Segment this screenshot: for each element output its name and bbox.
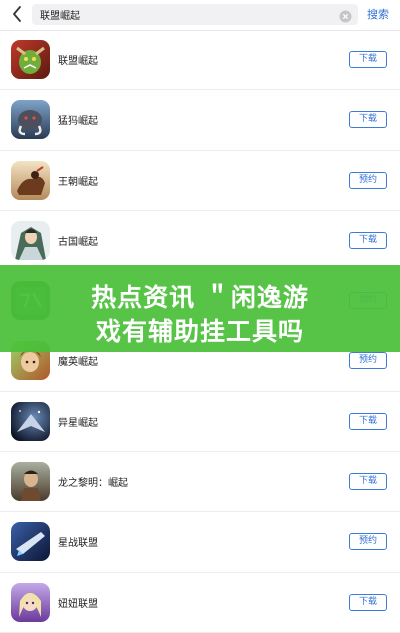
orc-warrior-icon[interactable] — [11, 40, 50, 79]
list-item[interactable]: 古国崛起 下载 — [0, 211, 400, 272]
search-button[interactable]: 搜索 — [367, 6, 389, 22]
list-item[interactable]: 猛犸崛起 下载 — [0, 90, 400, 151]
app-name: 猛犸崛起 — [58, 116, 98, 128]
app-name: 龙之黎明：崛起 — [58, 478, 128, 490]
reserve-button[interactable]: 预约 — [349, 533, 387, 551]
download-button[interactable]: 下载 — [349, 593, 387, 611]
download-button[interactable]: 下载 — [349, 51, 387, 68]
app-name: 魔英崛起 — [58, 357, 98, 369]
list-item[interactable]: 王朝崛起 预约 — [0, 151, 400, 211]
list-item[interactable]: 联盟崛起 下载 — [0, 30, 400, 91]
dragon-dawn-icon[interactable] — [11, 462, 50, 502]
mammoth-icon[interactable] — [11, 100, 50, 140]
dynasty-icon[interactable] — [11, 160, 50, 200]
ancient-kingdom-icon[interactable] — [11, 220, 50, 260]
clear-icon — [339, 10, 352, 23]
download-button[interactable]: 下载 — [349, 111, 387, 129]
reserve-button[interactable]: 预约 — [349, 171, 387, 189]
search-header: 搜索 — [0, 0, 400, 31]
search-input[interactable] — [40, 4, 330, 25]
app-name: 星战联盟 — [58, 538, 98, 550]
list-item[interactable]: 妞妞联盟 下载 — [0, 573, 400, 633]
list-item[interactable]: 异星崛起 下载 — [0, 392, 400, 453]
back-button[interactable] — [8, 4, 26, 24]
chevron-left-icon — [13, 6, 21, 22]
app-name: 异星崛起 — [58, 417, 98, 429]
reserve-button[interactable]: 预约 — [349, 352, 387, 370]
download-button[interactable]: 下载 — [349, 231, 387, 249]
list-item[interactable]: 龙之黎明：崛起 下载 — [0, 452, 400, 513]
app-name: 古国崛起 — [58, 236, 98, 248]
banner-title-line-2: 戏有辅助挂工具吗 — [95, 317, 304, 346]
download-button[interactable]: 下载 — [349, 473, 387, 491]
app-name: 联盟崛起 — [58, 56, 98, 67]
search-box — [32, 4, 358, 25]
clear-search-button[interactable] — [339, 8, 352, 23]
list-item[interactable]: 星战联盟 预约 — [0, 512, 400, 573]
download-button[interactable]: 下载 — [349, 412, 387, 430]
alien-star-icon[interactable] — [11, 401, 50, 441]
search-results-page: 搜索 联盟崛起 下载 — [0, 0, 400, 633]
app-name: 王朝崛起 — [58, 176, 98, 188]
girl-alliance-icon[interactable] — [11, 582, 50, 622]
banner-title-line-1: 热点资讯 ＂闲逸游 — [91, 283, 309, 312]
star-war-icon[interactable] — [11, 522, 50, 562]
promo-banner: 热点资讯 ＂闲逸游 戏有辅助挂工具吗 — [0, 265, 400, 352]
app-name: 妞妞联盟 — [58, 598, 98, 610]
